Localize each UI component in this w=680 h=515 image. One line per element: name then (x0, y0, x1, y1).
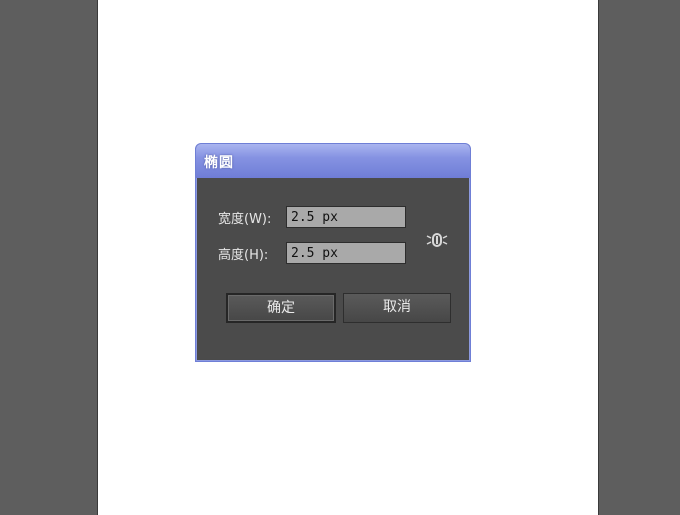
link-icon[interactable] (426, 230, 448, 250)
height-input[interactable] (286, 242, 406, 264)
dialog-body: 宽度(W): 高度(H): 确定 取消 (198, 178, 468, 359)
width-label: 宽度(W): (218, 212, 272, 227)
ellipse-dialog: 椭圆 宽度(W): 高度(H): 确定 取消 (195, 143, 471, 362)
ok-button[interactable]: 确定 (226, 293, 336, 323)
dialog-title: 椭圆 (204, 155, 234, 171)
width-input[interactable] (286, 206, 406, 228)
cancel-button[interactable]: 取消 (343, 293, 451, 323)
dialog-titlebar[interactable]: 椭圆 (196, 144, 470, 178)
height-label: 高度(H): (218, 248, 269, 263)
